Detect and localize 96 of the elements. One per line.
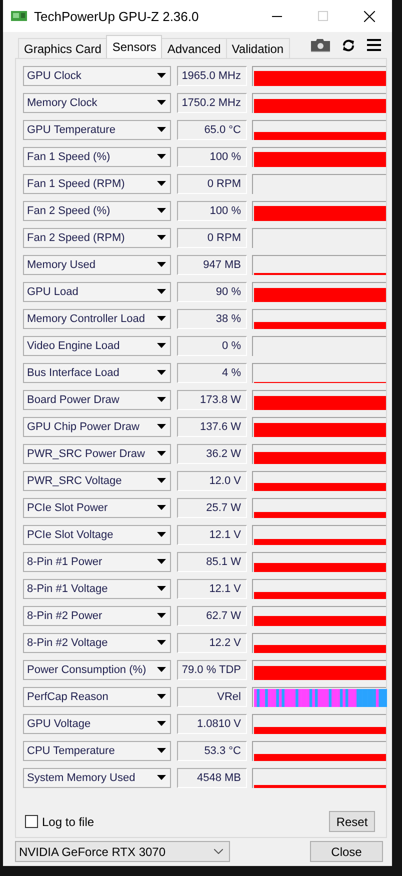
sensor-value: 1750.2 MHz [177, 92, 247, 112]
tab[interactable]: Sensors [106, 35, 162, 58]
sensor-dropdown[interactable]: Memory Used [23, 254, 171, 274]
sensor-dropdown[interactable]: CPU Temperature [23, 740, 171, 760]
dropdown-arrow-icon [157, 694, 166, 699]
sensor-dropdown[interactable]: Fan 1 Speed (RPM) [23, 174, 171, 194]
dropdown-arrow-icon [157, 478, 166, 483]
tab[interactable]: Graphics Card [18, 38, 108, 58]
sensor-value: 173.8 W [177, 390, 247, 410]
dropdown-arrow-icon [157, 181, 166, 186]
dropdown-arrow-icon [157, 640, 166, 645]
sensor-value: 4548 MB [177, 768, 247, 788]
gpu-select[interactable]: NVIDIA GeForce RTX 3070 [15, 841, 230, 862]
dropdown-arrow-icon [157, 262, 166, 267]
dropdown-arrow-icon [157, 451, 166, 456]
dropdown-arrow-icon [157, 775, 166, 780]
sensor-value: 1965.0 MHz [177, 66, 247, 86]
sensor-value: 85.1 W [177, 552, 247, 572]
sensor-dropdown[interactable]: PerfCap Reason [23, 686, 171, 706]
close-button[interactable]: Close [310, 841, 383, 862]
dropdown-arrow-icon [157, 343, 166, 348]
sensor-value: 12.0 V [177, 470, 247, 490]
sensor-dropdown[interactable]: GPU Voltage [23, 714, 171, 734]
window-title: TechPowerUp GPU-Z 2.36.0 [34, 8, 200, 24]
dropdown-arrow-icon [157, 397, 166, 402]
chevron-icon [214, 849, 223, 854]
dropdown-arrow-icon [157, 208, 166, 213]
dropdown-arrow-icon [157, 316, 166, 321]
sensor-value: 12.1 V [177, 524, 247, 544]
sensor-value: 137.6 W [177, 416, 247, 436]
dropdown-arrow-icon [157, 721, 166, 726]
dropdown-arrow-icon [157, 289, 166, 294]
sensor-value: 0 RPM [177, 174, 247, 194]
sensor-value: 36.2 W [177, 444, 247, 464]
sensor-value: 1.0810 V [177, 714, 247, 734]
sensor-value: 25.7 W [177, 498, 247, 518]
sensor-dropdown[interactable]: 8-Pin #2 Power [23, 606, 171, 626]
dropdown-arrow-icon [157, 505, 166, 510]
dropdown-arrow-icon [157, 73, 166, 78]
sensor-dropdown[interactable]: Memory Controller Load [23, 308, 171, 328]
dropdown-arrow-icon [157, 667, 166, 672]
tab[interactable]: Validation [226, 38, 290, 58]
refresh-icon[interactable] [342, 38, 355, 52]
sensor-dropdown[interactable]: Power Consumption (%) [23, 660, 171, 680]
sensor-value: 12.2 V [177, 632, 247, 652]
sensor-dropdown[interactable]: Fan 2 Speed (RPM) [23, 228, 171, 248]
sensor-dropdown[interactable]: PCIe Slot Power [23, 498, 171, 518]
dropdown-arrow-icon [157, 235, 166, 240]
sensor-dropdown[interactable]: GPU Load [23, 282, 171, 302]
dropdown-arrow-icon [157, 613, 166, 618]
sensor-value: 4 % [177, 362, 247, 382]
dropdown-arrow-icon [157, 370, 166, 375]
dropdown-arrow-icon [157, 100, 166, 105]
dropdown-arrow-icon [157, 559, 166, 564]
reset-button[interactable]: Reset [329, 811, 375, 832]
sensor-dropdown[interactable]: 8-Pin #2 Voltage [23, 632, 171, 652]
sensor-dropdown[interactable]: PWR_SRC Power Draw [23, 444, 171, 464]
sensor-dropdown[interactable]: System Memory Used [23, 768, 171, 788]
sensor-dropdown[interactable]: 8-Pin #1 Voltage [23, 578, 171, 598]
dropdown-arrow-icon [157, 154, 166, 159]
dropdown-arrow-icon [157, 127, 166, 132]
dropdown-arrow-icon [157, 748, 166, 753]
menu-icon[interactable] [367, 39, 381, 51]
sensor-value: 12.1 V [177, 578, 247, 598]
sensor-value: 947 MB [177, 254, 247, 274]
sensor-dropdown[interactable]: GPU Chip Power Draw [23, 416, 171, 436]
sensor-dropdown[interactable]: 8-Pin #1 Power [23, 552, 171, 572]
sensor-dropdown[interactable]: PWR_SRC Voltage [23, 470, 171, 490]
sensor-value: 53.3 °C [177, 740, 247, 760]
dropdown-arrow-icon [157, 424, 166, 429]
camera-icon[interactable] [311, 38, 330, 52]
graphics-card-icon [11, 10, 27, 22]
sensor-dropdown[interactable]: PCIe Slot Voltage [23, 524, 171, 544]
sensor-value: 79.0 % TDP [177, 660, 247, 680]
sensor-value: 100 % [177, 146, 247, 166]
sensor-dropdown[interactable]: Fan 1 Speed (%) [23, 146, 171, 166]
close-icon[interactable] [364, 10, 374, 22]
sensor-value: 100 % [177, 200, 247, 220]
dropdown-arrow-icon [157, 532, 166, 537]
sensor-dropdown[interactable]: Memory Clock [23, 92, 171, 112]
sensor-value: 38 % [177, 308, 247, 328]
sensor-value: 90 % [177, 282, 247, 302]
sensor-dropdown[interactable]: Board Power Draw [23, 390, 171, 410]
sensor-dropdown[interactable]: GPU Temperature [23, 120, 171, 140]
sensor-value: 0 % [177, 336, 247, 356]
sensor-value: 65.0 °C [177, 120, 247, 140]
log-to-file-checkbox[interactable]: Log to file [25, 814, 94, 828]
dropdown-arrow-icon [157, 586, 166, 591]
maximize-icon [318, 11, 328, 21]
sensor-dropdown[interactable]: Video Engine Load [23, 336, 171, 356]
sensor-dropdown[interactable]: Bus Interface Load [23, 362, 171, 382]
sensor-value: VRel [177, 686, 247, 706]
sensor-dropdown[interactable]: Fan 2 Speed (%) [23, 200, 171, 220]
sensor-value: 62.7 W [177, 606, 247, 626]
sensor-value: 0 RPM [177, 228, 247, 248]
sensor-dropdown[interactable]: GPU Clock [23, 66, 171, 86]
